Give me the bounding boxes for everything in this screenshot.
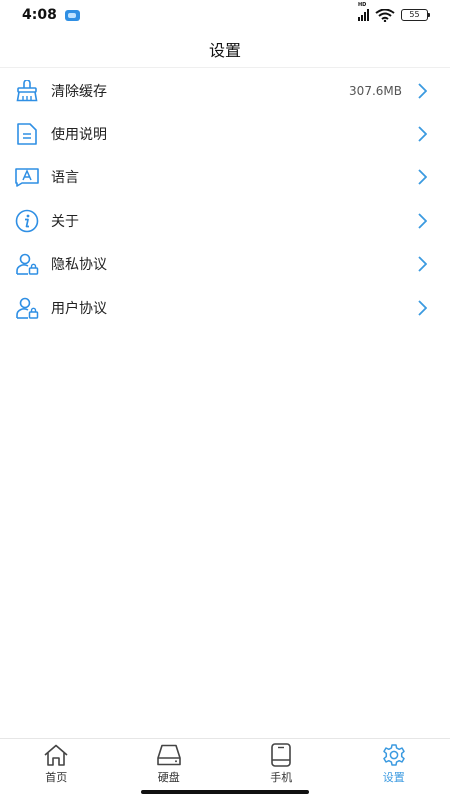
tab-label: 手机 <box>270 771 293 784</box>
settings-item-label: 用户协议 <box>51 300 107 317</box>
user-lock-icon <box>14 295 40 321</box>
tab-label: 设置 <box>382 771 405 784</box>
tab-hard-disk[interactable]: 硬盘 <box>113 739 226 786</box>
settings-item-privacy-policy[interactable]: 隐私协议 <box>0 243 450 286</box>
bottom-tab-bar: 首页 硬盘 手机 设置 <box>0 738 450 786</box>
settings-item-clear-cache[interactable]: 清除缓存 307.6MB <box>0 69 450 112</box>
wifi-icon <box>375 8 395 22</box>
signal-hd-label: HD <box>358 2 367 8</box>
tab-settings[interactable]: 设置 <box>338 739 450 786</box>
status-bar: 4:08 HD 55 <box>0 0 450 30</box>
settings-item-label: 关于 <box>51 213 79 230</box>
chevron-right-icon <box>416 82 428 100</box>
settings-item-label: 语言 <box>51 170 79 187</box>
phone-icon <box>268 743 294 767</box>
settings-item-label: 清除缓存 <box>51 83 107 100</box>
page-title: 设置 <box>208 40 241 60</box>
settings-item-label: 隐私协议 <box>51 257 107 274</box>
status-indicators: HD 55 <box>358 2 430 22</box>
chevron-right-icon <box>416 299 428 317</box>
tab-phone[interactable]: 手机 <box>225 739 338 786</box>
broom-icon <box>14 78 40 104</box>
home-icon <box>43 743 69 767</box>
cache-size-value: 307.6MB <box>349 83 402 98</box>
tab-label: 首页 <box>45 771 68 784</box>
settings-item-user-agreement[interactable]: 用户协议 <box>0 286 450 329</box>
document-icon <box>14 121 40 147</box>
tab-home[interactable]: 首页 <box>0 739 113 786</box>
chevron-right-icon <box>416 212 428 230</box>
home-indicator[interactable] <box>141 790 309 794</box>
page-header: 设置 <box>0 30 450 68</box>
tab-label: 硬盘 <box>157 771 180 784</box>
chevron-right-icon <box>416 255 428 273</box>
chevron-right-icon <box>416 125 428 143</box>
user-lock-icon <box>14 251 40 277</box>
info-icon <box>14 208 40 234</box>
hard-disk-icon <box>156 743 182 767</box>
gear-icon <box>381 743 407 767</box>
battery-icon: 55 <box>401 9 430 21</box>
status-time: 4:08 <box>22 7 57 23</box>
battery-level: 55 <box>409 10 420 19</box>
app-notification-icon <box>64 9 80 21</box>
chevron-right-icon <box>416 168 428 186</box>
settings-item-instructions[interactable]: 使用说明 <box>0 112 450 155</box>
settings-list: 清除缓存 307.6MB 使用说明 语言 关于 隐私协议 用户协议 <box>0 69 450 329</box>
settings-item-label: 使用说明 <box>51 127 107 144</box>
language-icon <box>14 164 40 190</box>
cellular-signal-icon: HD <box>358 2 369 21</box>
settings-item-about[interactable]: 关于 <box>0 199 450 242</box>
settings-item-language[interactable]: 语言 <box>0 156 450 199</box>
